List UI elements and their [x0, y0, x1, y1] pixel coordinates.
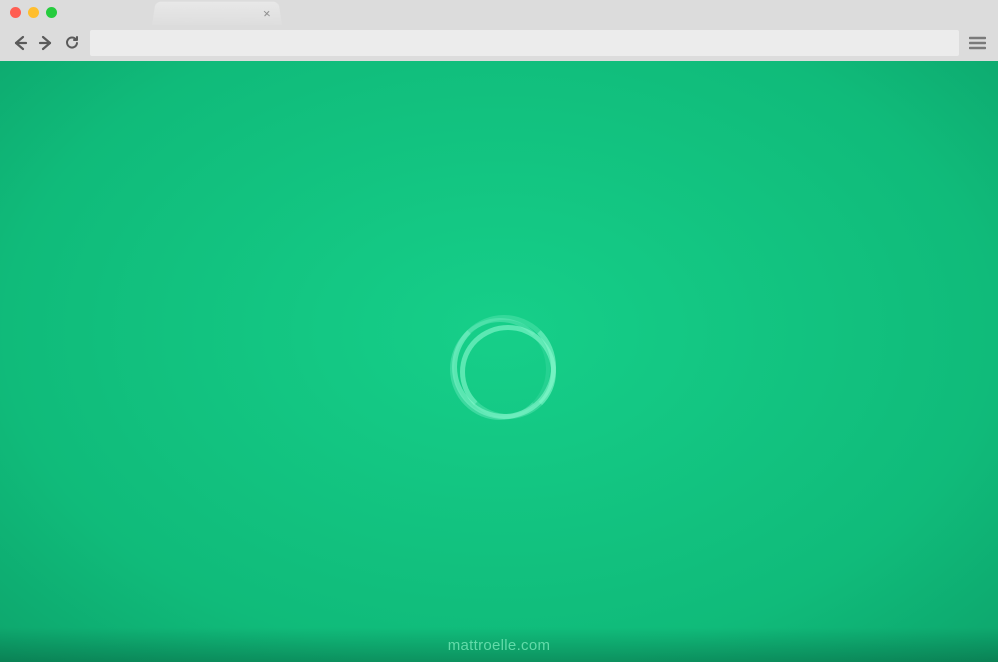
forward-button[interactable]: [38, 35, 54, 51]
window-controls: [10, 7, 57, 18]
back-button[interactable]: [12, 35, 28, 51]
menu-button[interactable]: [969, 36, 986, 50]
arrow-right-icon: [38, 35, 54, 51]
reload-button[interactable]: [64, 35, 80, 51]
spinner-ring-icon: [460, 325, 556, 419]
browser-tab[interactable]: ×: [152, 2, 282, 25]
maximize-window-button[interactable]: [46, 7, 57, 18]
arrow-left-icon: [12, 35, 28, 51]
page-content: mattroelle.com: [0, 61, 998, 662]
reload-icon: [64, 35, 80, 51]
address-bar-input[interactable]: [90, 30, 959, 56]
browser-chrome: ×: [0, 0, 998, 61]
tab-close-icon[interactable]: ×: [262, 7, 271, 19]
hamburger-icon: [969, 36, 986, 50]
attribution-text: mattroelle.com: [448, 637, 551, 654]
tab-bar: ×: [0, 0, 998, 25]
close-window-button[interactable]: [10, 7, 21, 18]
loading-spinner: [452, 315, 556, 419]
minimize-window-button[interactable]: [28, 7, 39, 18]
browser-toolbar: [0, 25, 998, 61]
